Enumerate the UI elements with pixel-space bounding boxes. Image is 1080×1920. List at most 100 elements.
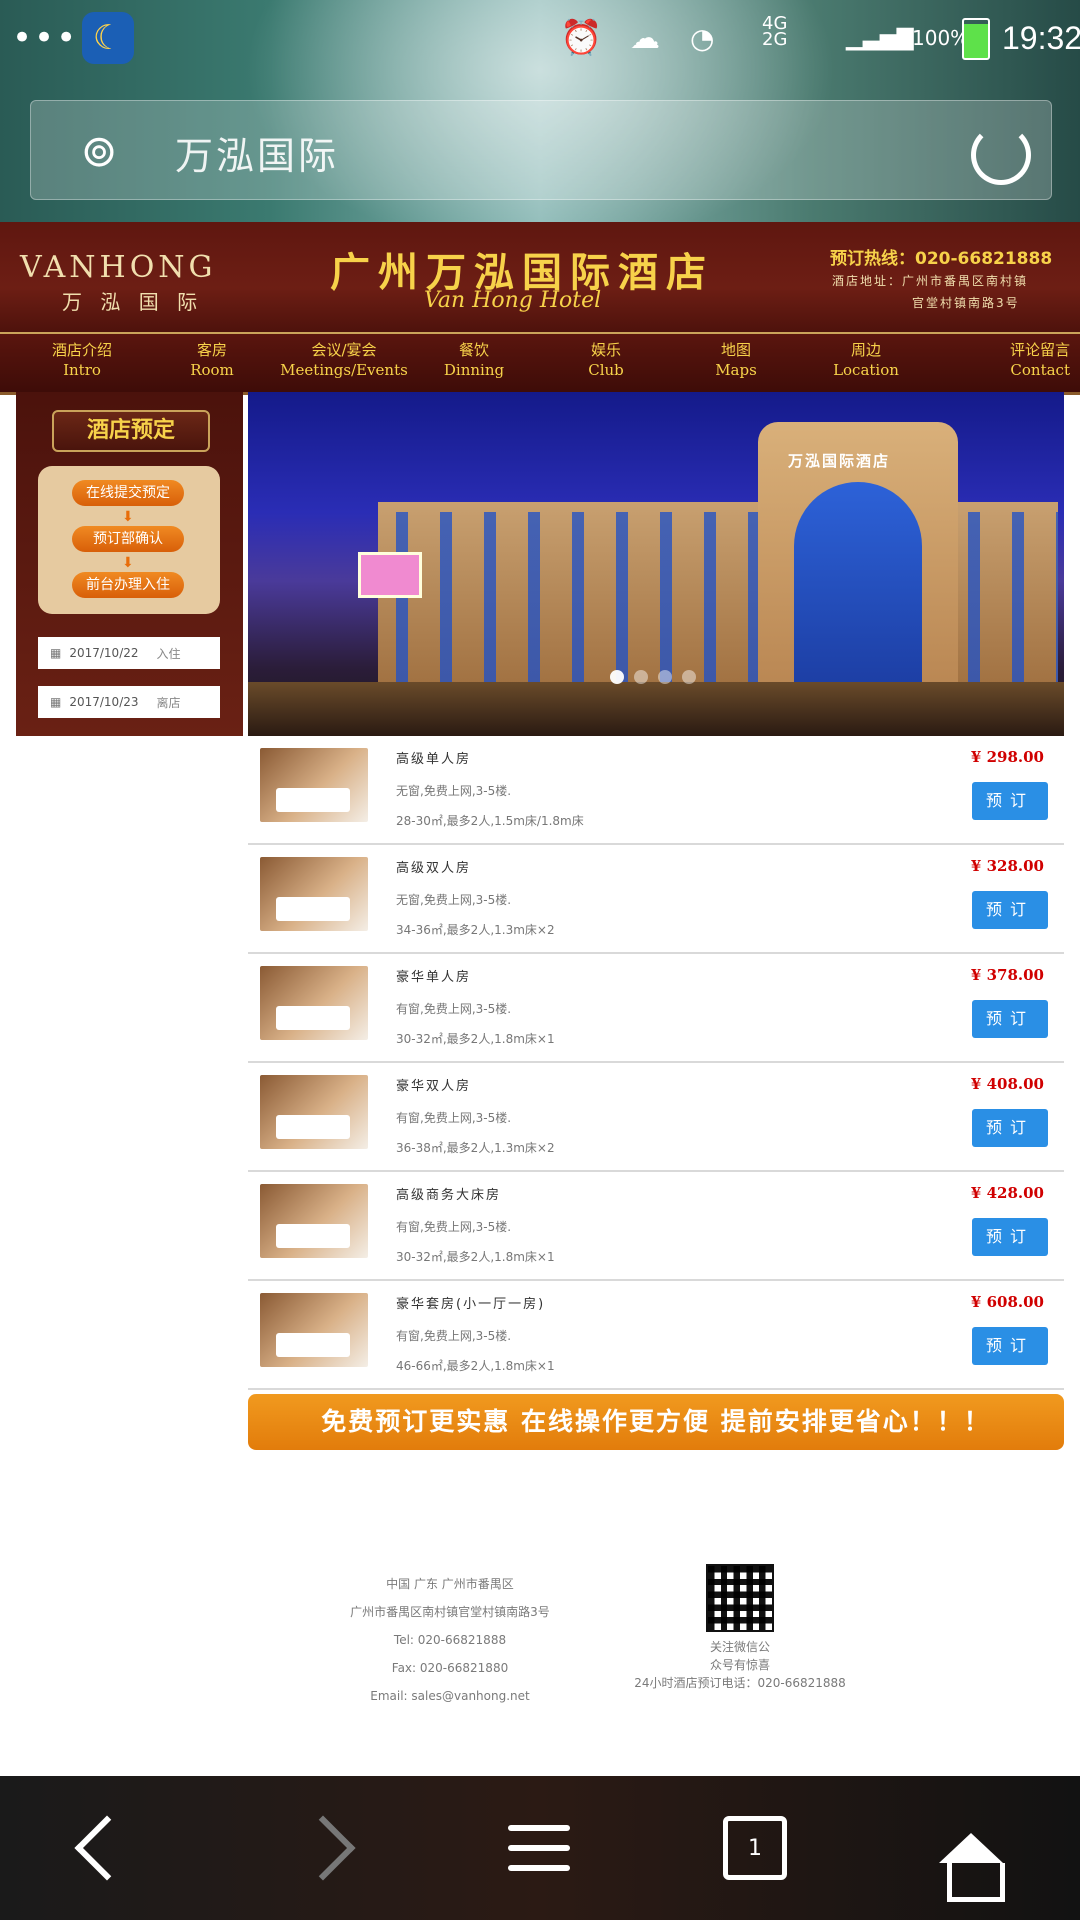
forward-button[interactable] xyxy=(278,1808,368,1888)
brand-logo-cn[interactable]: 万 泓 国 际 xyxy=(62,286,203,315)
book-button[interactable]: 预订 xyxy=(972,1327,1048,1365)
room-desc: 无窗,免费上网,3-5楼. xyxy=(396,893,512,907)
bed-shape xyxy=(276,1006,350,1030)
book-button[interactable]: 预订 xyxy=(972,1000,1048,1038)
menu-button[interactable] xyxy=(494,1808,584,1888)
nav-item-intro[interactable]: 酒店介绍 Intro xyxy=(22,340,142,380)
checkout-date-field[interactable]: ▦ 2017/10/23 离店 xyxy=(38,686,220,718)
home-button[interactable] xyxy=(926,1808,1016,1902)
nav-item-meetings[interactable]: 会议/宴会 Meetings/Events xyxy=(276,340,412,380)
carousel-dot[interactable] xyxy=(610,670,624,684)
browser-logo-icon[interactable]: ⊚ xyxy=(69,121,129,181)
bed-shape xyxy=(276,897,350,921)
search-query[interactable]: 万泓国际 xyxy=(175,125,339,180)
nav-item-room[interactable]: 客房 Room xyxy=(152,340,272,380)
hamburger-icon xyxy=(508,1825,570,1871)
room-thumbnail[interactable] xyxy=(260,748,368,822)
room-thumbnail[interactable] xyxy=(260,1075,368,1149)
nav-label-en: Dinning xyxy=(443,361,505,379)
book-button[interactable]: 预订 xyxy=(972,1109,1048,1147)
room-desc: 有窗,免费上网,3-5楼. xyxy=(396,1329,512,1343)
brand-logo-en[interactable]: VANHONG xyxy=(20,250,217,285)
nav-item-location[interactable]: 周边 Location xyxy=(806,340,926,380)
nav-label-cn: 地图 xyxy=(720,341,751,359)
hotel-header: VANHONG 万 泓 国 际 广州万泓国际酒店 Van Hong Hotel … xyxy=(0,222,1080,336)
search-bar[interactable]: ⊚ 万泓国际 xyxy=(30,100,1052,200)
room-thumbnail[interactable] xyxy=(260,1184,368,1258)
top-background: ••• ☾ ⏰ ☁ ◔ 4G 2G ▁▃▅▇ 100% 19:32 ⊚ 万泓国际 xyxy=(0,0,1080,222)
bed-shape xyxy=(276,1333,350,1357)
room-spec: 30-32㎡,最多2人,1.8m床×1 xyxy=(396,1250,555,1264)
calendar-icon: ▦ xyxy=(50,646,62,660)
bed-shape xyxy=(276,1115,350,1139)
battery-percentage: 100% xyxy=(912,26,970,50)
status-time: 19:32 xyxy=(1002,19,1080,56)
carousel-dot[interactable] xyxy=(682,670,696,684)
checkin-date-field[interactable]: ▦ 2017/10/22 入住 xyxy=(38,637,220,669)
room-name[interactable]: 高级双人房 xyxy=(396,857,471,876)
hotline: 预订热线：020-66821888 xyxy=(830,249,1053,269)
room-name[interactable]: 高级商务大床房 xyxy=(396,1184,501,1203)
checkout-label: 离店 xyxy=(156,695,181,710)
room-name[interactable]: 豪华单人房 xyxy=(396,966,471,985)
list-item: 高级单人房 无窗,免费上网,3-5楼. 28-30㎡,最多2人,1.5m床/1.… xyxy=(248,736,1064,845)
checkin-label: 入住 xyxy=(156,646,181,661)
more-dots-icon: ••• xyxy=(12,18,79,58)
list-item: 豪华单人房 有窗,免费上网,3-5楼. 30-32㎡,最多2人,1.8m床×1 … xyxy=(248,954,1064,1063)
promo-banner[interactable]: 免费预订更实惠 在线操作更方便 提前安排更省心！！！ xyxy=(248,1394,1064,1450)
carousel-dot[interactable] xyxy=(658,670,672,684)
refresh-icon[interactable] xyxy=(971,125,1031,185)
hotel-banner-image[interactable]: 万泓国际酒店 xyxy=(248,392,1064,736)
list-item: 高级双人房 无窗,免费上网,3-5楼. 34-36㎡,最多2人,1.3m床×2 … xyxy=(248,845,1064,954)
nav-label-en: Meetings/Events xyxy=(280,361,408,379)
nav-label-cn: 娱乐 xyxy=(590,341,621,359)
booking-title: 酒店预定 xyxy=(52,410,210,452)
nav-item-contact[interactable]: 评论留言 Contact xyxy=(950,340,1070,380)
checkin-date: 2017/10/22 xyxy=(69,646,139,660)
banner-sign: 万泓国际酒店 xyxy=(788,452,891,470)
banner-ground xyxy=(248,682,1064,736)
step-submit-online: 在线提交预定 xyxy=(72,480,184,506)
arrow-down-icon: ⬇ xyxy=(122,555,134,571)
room-name[interactable]: 豪华套房(小一厅一房) xyxy=(396,1293,545,1312)
book-button[interactable]: 预订 xyxy=(972,891,1048,929)
book-button[interactable]: 预订 xyxy=(972,1218,1048,1256)
hotel-address-line1: 酒店地址：广州市番禺区南村镇 xyxy=(832,274,1029,288)
book-button[interactable]: 预订 xyxy=(972,782,1048,820)
room-spec: 36-38㎡,最多2人,1.3m床×2 xyxy=(396,1141,555,1155)
booking-steps: 在线提交预定 ⬇ 预订部确认 ⬇ 前台办理入住 xyxy=(38,466,220,614)
room-thumbnail[interactable] xyxy=(260,1293,368,1367)
nav-item-dining[interactable]: 餐饮 Dinning xyxy=(414,340,534,380)
tabs-button[interactable]: 1 xyxy=(710,1808,800,1888)
carousel-dot[interactable] xyxy=(634,670,648,684)
room-name[interactable]: 高级单人房 xyxy=(396,748,471,767)
carousel-dots xyxy=(610,670,696,684)
status-bar: ••• ☾ ⏰ ☁ ◔ 4G 2G ▁▃▅▇ 100% 19:32 xyxy=(0,0,1080,76)
room-desc: 无窗,免费上网,3-5楼. xyxy=(396,784,512,798)
hotel-address-line2: 官堂村镇南路3号 xyxy=(912,296,1020,310)
chevron-left-icon xyxy=(74,1815,140,1881)
nav-label-cn: 客房 xyxy=(196,341,227,359)
nav-label-cn: 餐饮 xyxy=(458,341,489,359)
back-button[interactable] xyxy=(62,1808,152,1888)
room-price: ¥ 328.00 xyxy=(970,857,1044,875)
nav-label-cn: 评论留言 xyxy=(1009,341,1070,359)
nav-item-maps[interactable]: 地图 Maps xyxy=(676,340,796,380)
step-checkin: 前台办理入住 xyxy=(72,572,184,598)
room-list: 高级单人房 无窗,免费上网,3-5楼. 28-30㎡,最多2人,1.5m床/1.… xyxy=(248,736,1064,1390)
nav-label-en: Club xyxy=(588,361,624,379)
room-thumbnail[interactable] xyxy=(260,857,368,931)
main-nav: 酒店介绍 Intro 客房 Room 会议/宴会 Meetings/Events… xyxy=(0,334,1080,395)
room-price: ¥ 378.00 xyxy=(970,966,1044,984)
cloud-icon: ☁ xyxy=(630,20,660,56)
nav-item-club[interactable]: 娱乐 Club xyxy=(546,340,666,380)
room-spec: 46-66㎡,最多2人,1.8m床×1 xyxy=(396,1359,555,1373)
checkout-date: 2017/10/23 xyxy=(69,695,139,709)
list-item: 豪华双人房 有窗,免费上网,3-5楼. 36-38㎡,最多2人,1.3m床×2 … xyxy=(248,1063,1064,1172)
qr-caption-line2: 众号有惊喜 xyxy=(709,1658,770,1672)
room-thumbnail[interactable] xyxy=(260,966,368,1040)
tabs-icon: 1 xyxy=(723,1816,787,1880)
room-price: ¥ 408.00 xyxy=(970,1075,1044,1093)
qr-caption-line1: 关注微信公 xyxy=(709,1640,770,1654)
room-name[interactable]: 豪华双人房 xyxy=(396,1075,471,1094)
